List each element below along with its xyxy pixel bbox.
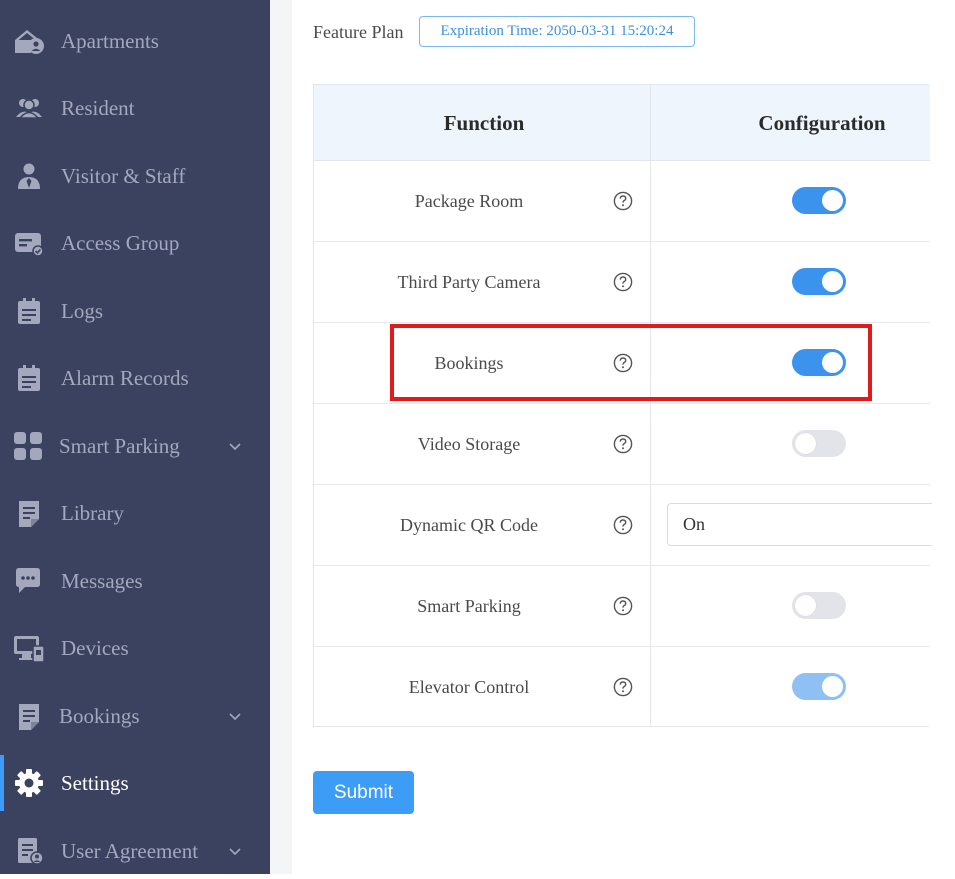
table-row: Bookings [314, 323, 930, 404]
toggle-knob [822, 190, 843, 211]
sidebar-item-label: User Agreement [61, 838, 199, 863]
clipboard-icon [13, 295, 45, 327]
sidebar-item-label: Devices [61, 635, 129, 660]
toggle-knob [795, 433, 816, 454]
document-icon [13, 497, 45, 529]
sidebar-item-label: Visitor & Staff [61, 163, 186, 188]
toggle-knob [822, 676, 843, 697]
sidebar-item-visitor-staff[interactable]: Visitor & Staff [0, 148, 270, 204]
smart-parking-toggle[interactable] [792, 592, 846, 619]
help-icon[interactable] [613, 272, 633, 292]
table-row: Package Room [314, 161, 930, 242]
table-row: Smart Parking [314, 566, 930, 647]
chevron-down-icon[interactable] [228, 439, 242, 453]
video-storage-toggle[interactable] [792, 430, 846, 457]
grid-icon [13, 430, 45, 462]
agreement-icon [13, 835, 45, 867]
help-icon[interactable] [613, 596, 633, 616]
function-name: Bookings [434, 352, 504, 373]
sidebar-item-alarm-records[interactable]: Alarm Records [0, 350, 270, 406]
sidebar-item-label: Smart Parking [59, 433, 180, 458]
submit-button[interactable]: Submit [313, 771, 414, 814]
sidebar-item-label: Bookings [59, 703, 140, 728]
package-room-toggle[interactable] [792, 187, 846, 214]
access-card-icon [13, 227, 45, 259]
sidebar-item-label: Apartments [61, 28, 159, 53]
feature-table: Function Configuration Package Room Thir… [313, 84, 932, 728]
devices-icon [13, 632, 45, 664]
document-icon [13, 700, 45, 732]
sidebar-item-settings[interactable]: Settings [0, 755, 270, 811]
sidebar-item-logs[interactable]: Logs [0, 283, 270, 339]
table-row: Third Party Camera [314, 242, 930, 323]
table-row: Elevator Control [314, 647, 930, 728]
sidebar-item-resident[interactable]: Resident [0, 80, 270, 136]
sidebar-item-messages[interactable]: Messages [0, 553, 270, 609]
sidebar-item-access-group[interactable]: Access Group [0, 215, 270, 271]
sidebar-item-label: Settings [61, 770, 129, 795]
sidebar-item-label: Messages [61, 568, 143, 593]
toggle-knob [822, 352, 843, 373]
sidebar-item-label: Library [61, 500, 124, 525]
function-name: Dynamic QR Code [400, 514, 538, 535]
sidebar: Apartments Resident Visitor & Staff Acce… [0, 0, 270, 874]
table-row: Video Storage [314, 404, 930, 485]
sidebar-item-label: Resident [61, 95, 135, 120]
column-header-configuration: Configuration [758, 110, 886, 135]
help-icon[interactable] [613, 353, 633, 373]
sidebar-item-smart-parking[interactable]: Smart Parking [0, 418, 270, 474]
table-row: Dynamic QR Code On [314, 485, 932, 566]
chat-icon [13, 565, 45, 597]
sidebar-item-label: Access Group [61, 230, 180, 255]
content-gutter [270, 0, 292, 874]
sidebar-item-label: Logs [61, 298, 103, 323]
expiration-badge: Expiration Time: 2050-03-31 15:20:24 [419, 16, 695, 47]
sidebar-item-apartments[interactable]: Apartments [0, 13, 270, 69]
function-name: Package Room [414, 190, 524, 211]
help-icon[interactable] [613, 434, 633, 454]
sidebar-item-bookings[interactable]: Bookings [0, 688, 270, 744]
help-icon[interactable] [613, 515, 633, 535]
help-icon[interactable] [613, 191, 633, 211]
sidebar-item-library[interactable]: Library [0, 485, 270, 541]
sidebar-item-devices[interactable]: Devices [0, 620, 270, 676]
feature-plan-label: Feature Plan [313, 22, 404, 42]
toggle-knob [822, 271, 843, 292]
visitor-icon [13, 160, 45, 192]
toggle-knob [795, 595, 816, 616]
gear-icon [13, 767, 45, 799]
dynamic-qr-code-select[interactable]: On [667, 503, 932, 546]
third-party-camera-toggle[interactable] [792, 268, 846, 295]
residents-icon [13, 92, 45, 124]
apartment-icon [13, 25, 45, 57]
function-name: Elevator Control [408, 676, 530, 697]
help-icon[interactable] [613, 677, 633, 697]
bookings-toggle[interactable] [792, 349, 846, 376]
function-name: Smart Parking [417, 595, 521, 616]
column-header-function: Function [443, 110, 525, 135]
chevron-down-icon[interactable] [228, 709, 242, 723]
function-name: Video Storage [417, 433, 521, 454]
clipboard-icon [13, 362, 45, 394]
sidebar-item-user-agreement[interactable]: User Agreement [0, 823, 270, 879]
sidebar-item-label: Alarm Records [61, 365, 189, 390]
chevron-down-icon[interactable] [228, 844, 242, 858]
elevator-control-toggle[interactable] [792, 673, 846, 700]
table-header: Function Configuration [314, 85, 930, 161]
function-name: Third Party Camera [397, 271, 541, 292]
